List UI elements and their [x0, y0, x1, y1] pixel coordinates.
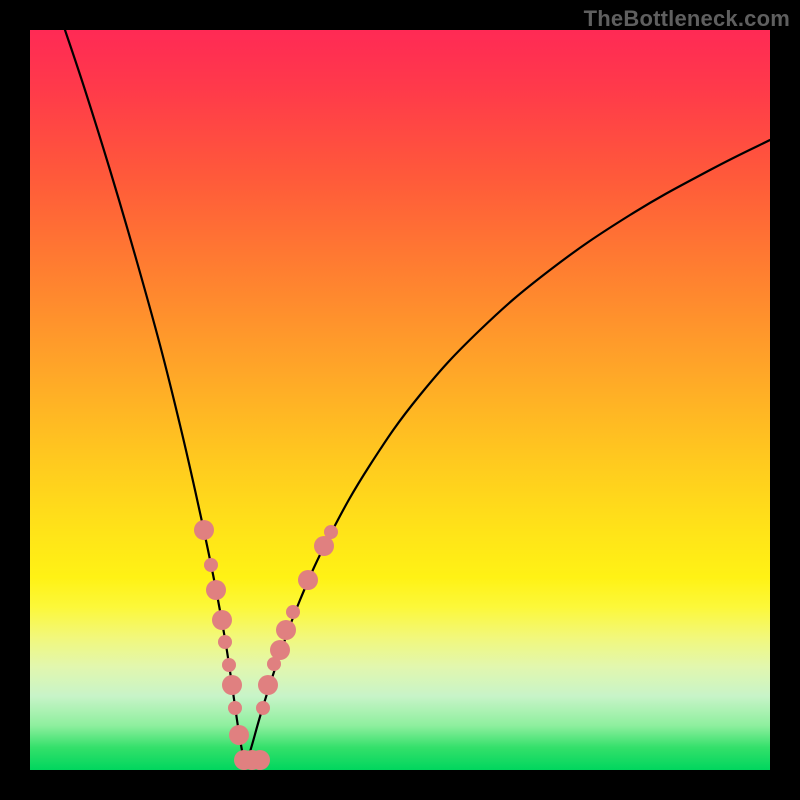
data-marker: [222, 658, 236, 672]
data-marker: [222, 675, 242, 695]
curve-markers: [194, 520, 338, 770]
data-marker: [206, 580, 226, 600]
data-marker: [229, 725, 249, 745]
data-marker: [204, 558, 218, 572]
data-marker: [276, 620, 296, 640]
data-marker: [324, 525, 338, 539]
data-marker: [298, 570, 318, 590]
plot-frame: [30, 30, 770, 770]
data-marker: [256, 701, 270, 715]
curve-right-branch: [246, 140, 770, 765]
watermark-text: TheBottleneck.com: [584, 6, 790, 32]
plot-svg: [30, 30, 770, 770]
data-marker: [212, 610, 232, 630]
data-marker: [286, 605, 300, 619]
data-marker: [194, 520, 214, 540]
curve-left-branch: [65, 30, 246, 765]
data-marker: [250, 750, 270, 770]
data-marker: [218, 635, 232, 649]
data-marker: [228, 701, 242, 715]
data-marker: [258, 675, 278, 695]
data-marker: [270, 640, 290, 660]
